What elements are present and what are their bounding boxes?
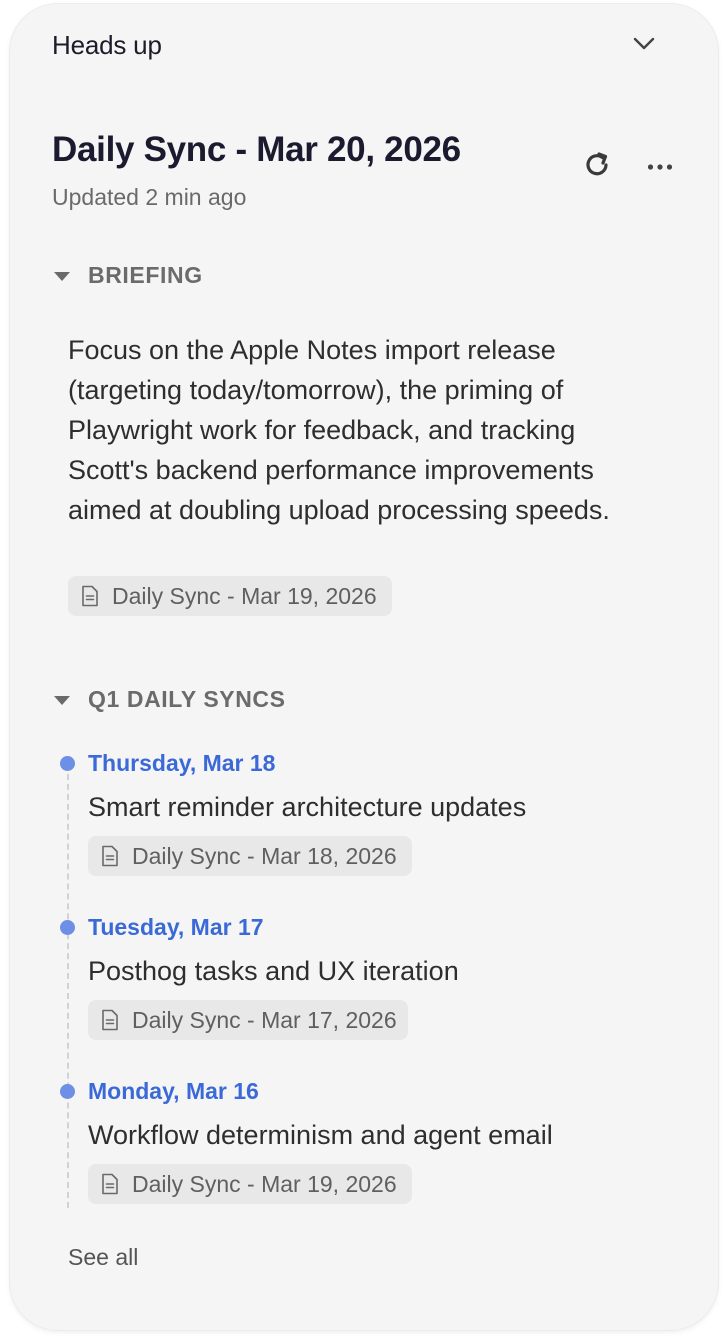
timeline-dot xyxy=(60,920,75,935)
updated-timestamp: Updated 2 min ago xyxy=(52,184,247,210)
document-icon xyxy=(98,844,122,868)
q1-label: Q1 DAILY SYNCS xyxy=(88,686,286,712)
collapse-button[interactable] xyxy=(626,28,662,64)
chip-label: Daily Sync - Mar 18, 2026 xyxy=(132,842,397,869)
timeline-title: Posthog tasks and UX iteration xyxy=(88,956,459,986)
timeline-date: Monday, Mar 16 xyxy=(88,1078,259,1104)
chip-label: Daily Sync - Mar 17, 2026 xyxy=(132,1006,397,1033)
briefing-label: BRIEFING xyxy=(88,262,203,288)
panel-title: Heads up xyxy=(52,30,162,60)
chevron-down-icon xyxy=(633,37,655,56)
see-all-link[interactable]: See all xyxy=(68,1244,138,1271)
document-icon xyxy=(98,1172,122,1196)
refresh-button[interactable] xyxy=(578,148,616,186)
briefing-text: Focus on the Apple Notes import release … xyxy=(68,335,610,525)
briefing-section-toggle[interactable]: BRIEFING xyxy=(54,262,203,289)
timeline-date: Thursday, Mar 18 xyxy=(88,750,276,776)
meeting-title: Daily Sync - Mar 20, 2026 xyxy=(52,130,461,169)
more-horizontal-icon xyxy=(647,158,673,176)
document-icon xyxy=(98,1008,122,1032)
timeline-line xyxy=(67,764,69,1208)
timeline-title: Smart reminder architecture updates xyxy=(88,792,527,822)
briefing-source-chip[interactable]: Daily Sync - Mar 19, 2026 xyxy=(68,576,392,616)
timeline-dot xyxy=(60,756,75,771)
timeline-source-chip[interactable]: Daily Sync - Mar 19, 2026 xyxy=(88,1164,412,1204)
chip-label: Daily Sync - Mar 19, 2026 xyxy=(112,582,377,609)
document-icon xyxy=(78,584,102,608)
caret-down-icon xyxy=(54,696,70,705)
chip-label: Daily Sync - Mar 19, 2026 xyxy=(132,1170,397,1197)
timeline-source-chip[interactable]: Daily Sync - Mar 18, 2026 xyxy=(88,836,412,876)
refresh-icon xyxy=(582,150,612,185)
q1-section-toggle[interactable]: Q1 DAILY SYNCS xyxy=(54,686,286,713)
more-options-button[interactable] xyxy=(640,148,680,186)
caret-down-icon xyxy=(54,272,70,281)
timeline-title: Workflow determinism and agent email xyxy=(88,1120,553,1150)
timeline-date: Tuesday, Mar 17 xyxy=(88,914,264,940)
timeline-dot xyxy=(60,1084,75,1099)
timeline-source-chip[interactable]: Daily Sync - Mar 17, 2026 xyxy=(88,1000,408,1040)
heads-up-panel: Heads up Daily Sync - Mar 20, 2026 Updat… xyxy=(10,4,718,1330)
